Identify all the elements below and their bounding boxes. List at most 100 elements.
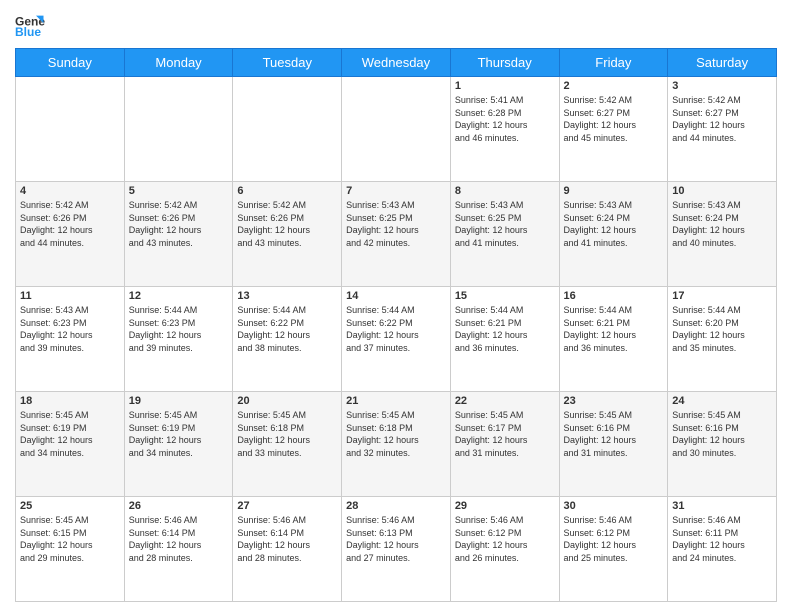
cell-info: Sunrise: 5:44 AM Sunset: 6:20 PM Dayligh…: [672, 304, 772, 354]
calendar-cell: 24 Sunrise: 5:45 AM Sunset: 6:16 PM Dayli…: [668, 392, 777, 497]
calendar-cell: 3 Sunrise: 5:42 AM Sunset: 6:27 PM Daylig…: [668, 77, 777, 182]
calendar-cell: 6 Sunrise: 5:42 AM Sunset: 6:26 PM Daylig…: [233, 182, 342, 287]
calendar-cell: 17 Sunrise: 5:44 AM Sunset: 6:20 PM Dayli…: [668, 287, 777, 392]
header: General Blue: [15, 10, 777, 40]
calendar-table: SundayMondayTuesdayWednesdayThursdayFrid…: [15, 48, 777, 602]
day-number: 30: [564, 500, 664, 512]
calendar-cell: 5 Sunrise: 5:42 AM Sunset: 6:26 PM Daylig…: [124, 182, 233, 287]
svg-text:Blue: Blue: [15, 25, 41, 39]
col-header-thursday: Thursday: [450, 49, 559, 77]
calendar-week-4: 25 Sunrise: 5:45 AM Sunset: 6:15 PM Dayli…: [16, 497, 777, 602]
cell-info: Sunrise: 5:44 AM Sunset: 6:21 PM Dayligh…: [564, 304, 664, 354]
cell-info: Sunrise: 5:43 AM Sunset: 6:24 PM Dayligh…: [672, 199, 772, 249]
calendar-cell: 21 Sunrise: 5:45 AM Sunset: 6:18 PM Dayli…: [342, 392, 451, 497]
day-number: 10: [672, 185, 772, 197]
cell-info: Sunrise: 5:46 AM Sunset: 6:11 PM Dayligh…: [672, 514, 772, 564]
day-number: 8: [455, 185, 555, 197]
day-number: 27: [237, 500, 337, 512]
cell-info: Sunrise: 5:45 AM Sunset: 6:17 PM Dayligh…: [455, 409, 555, 459]
day-number: 28: [346, 500, 446, 512]
cell-info: Sunrise: 5:45 AM Sunset: 6:15 PM Dayligh…: [20, 514, 120, 564]
cell-info: Sunrise: 5:42 AM Sunset: 6:27 PM Dayligh…: [564, 94, 664, 144]
calendar-cell: 1 Sunrise: 5:41 AM Sunset: 6:28 PM Daylig…: [450, 77, 559, 182]
day-number: 12: [129, 290, 229, 302]
col-header-monday: Monday: [124, 49, 233, 77]
cell-info: Sunrise: 5:42 AM Sunset: 6:26 PM Dayligh…: [129, 199, 229, 249]
cell-info: Sunrise: 5:46 AM Sunset: 6:13 PM Dayligh…: [346, 514, 446, 564]
logo: General Blue: [15, 10, 45, 40]
day-number: 21: [346, 395, 446, 407]
cell-info: Sunrise: 5:44 AM Sunset: 6:23 PM Dayligh…: [129, 304, 229, 354]
day-number: 22: [455, 395, 555, 407]
day-number: 4: [20, 185, 120, 197]
col-header-friday: Friday: [559, 49, 668, 77]
calendar-week-3: 18Sunrise: 5:45 AM Sunset: 6:19 PM Dayli…: [16, 392, 777, 497]
calendar-week-1: 4 Sunrise: 5:42 AM Sunset: 6:26 PM Daylig…: [16, 182, 777, 287]
day-number: 24: [672, 395, 772, 407]
day-number: 15: [455, 290, 555, 302]
day-number: 16: [564, 290, 664, 302]
cell-info: Sunrise: 5:42 AM Sunset: 6:26 PM Dayligh…: [237, 199, 337, 249]
day-number: 17: [672, 290, 772, 302]
cell-info: Sunrise: 5:44 AM Sunset: 6:22 PM Dayligh…: [346, 304, 446, 354]
calendar-cell: 18Sunrise: 5:45 AM Sunset: 6:19 PM Dayli…: [16, 392, 125, 497]
logo-icon: General Blue: [15, 10, 45, 40]
day-number: 9: [564, 185, 664, 197]
day-number: 19: [129, 395, 229, 407]
col-header-saturday: Saturday: [668, 49, 777, 77]
calendar-cell: 29 Sunrise: 5:46 AM Sunset: 6:12 PM Dayli…: [450, 497, 559, 602]
calendar-cell: [124, 77, 233, 182]
day-number: 18: [20, 395, 120, 407]
col-header-tuesday: Tuesday: [233, 49, 342, 77]
calendar-week-0: 1 Sunrise: 5:41 AM Sunset: 6:28 PM Daylig…: [16, 77, 777, 182]
cell-info: Sunrise: 5:45 AM Sunset: 6:16 PM Dayligh…: [564, 409, 664, 459]
calendar-cell: 23 Sunrise: 5:45 AM Sunset: 6:16 PM Dayli…: [559, 392, 668, 497]
cell-info: Sunrise: 5:42 AM Sunset: 6:27 PM Dayligh…: [672, 94, 772, 144]
cell-info: Sunrise: 5:43 AM Sunset: 6:25 PM Dayligh…: [346, 199, 446, 249]
day-number: 26: [129, 500, 229, 512]
calendar-cell: 30 Sunrise: 5:46 AM Sunset: 6:12 PM Dayli…: [559, 497, 668, 602]
calendar-cell: 19Sunrise: 5:45 AM Sunset: 6:19 PM Dayli…: [124, 392, 233, 497]
cell-info: Sunrise: 5:46 AM Sunset: 6:12 PM Dayligh…: [564, 514, 664, 564]
calendar-cell: 31 Sunrise: 5:46 AM Sunset: 6:11 PM Dayli…: [668, 497, 777, 602]
day-number: 6: [237, 185, 337, 197]
calendar-cell: 4Sunrise: 5:42 AM Sunset: 6:26 PM Daylig…: [16, 182, 125, 287]
cell-info: Sunrise: 5:44 AM Sunset: 6:22 PM Dayligh…: [237, 304, 337, 354]
cell-info: Sunrise: 5:45 AM Sunset: 6:18 PM Dayligh…: [237, 409, 337, 459]
day-number: 11: [20, 290, 120, 302]
calendar-cell: 9Sunrise: 5:43 AM Sunset: 6:24 PM Daylig…: [559, 182, 668, 287]
calendar-cell: [342, 77, 451, 182]
day-number: 5: [129, 185, 229, 197]
cell-info: Sunrise: 5:46 AM Sunset: 6:14 PM Dayligh…: [237, 514, 337, 564]
cell-info: Sunrise: 5:43 AM Sunset: 6:25 PM Dayligh…: [455, 199, 555, 249]
calendar-header-row: SundayMondayTuesdayWednesdayThursdayFrid…: [16, 49, 777, 77]
day-number: 29: [455, 500, 555, 512]
day-number: 1: [455, 80, 555, 92]
day-number: 3: [672, 80, 772, 92]
calendar-cell: [233, 77, 342, 182]
cell-info: Sunrise: 5:41 AM Sunset: 6:28 PM Dayligh…: [455, 94, 555, 144]
calendar-week-2: 11 Sunrise: 5:43 AM Sunset: 6:23 PM Dayli…: [16, 287, 777, 392]
calendar-cell: 8 Sunrise: 5:43 AM Sunset: 6:25 PM Daylig…: [450, 182, 559, 287]
page: General Blue SundayMondayTuesdayWednesda…: [0, 0, 792, 612]
calendar-cell: 14 Sunrise: 5:44 AM Sunset: 6:22 PM Dayli…: [342, 287, 451, 392]
day-number: 23: [564, 395, 664, 407]
cell-info: Sunrise: 5:45 AM Sunset: 6:16 PM Dayligh…: [672, 409, 772, 459]
cell-info: Sunrise: 5:43 AM Sunset: 6:23 PM Dayligh…: [20, 304, 120, 354]
day-number: 13: [237, 290, 337, 302]
calendar-cell: 11 Sunrise: 5:43 AM Sunset: 6:23 PM Dayli…: [16, 287, 125, 392]
calendar-cell: 25 Sunrise: 5:45 AM Sunset: 6:15 PM Dayli…: [16, 497, 125, 602]
cell-info: Sunrise: 5:46 AM Sunset: 6:14 PM Dayligh…: [129, 514, 229, 564]
calendar-cell: 26 Sunrise: 5:46 AM Sunset: 6:14 PM Dayli…: [124, 497, 233, 602]
day-number: 2: [564, 80, 664, 92]
cell-info: Sunrise: 5:45 AM Sunset: 6:18 PM Dayligh…: [346, 409, 446, 459]
calendar-cell: 27 Sunrise: 5:46 AM Sunset: 6:14 PM Dayli…: [233, 497, 342, 602]
day-number: 14: [346, 290, 446, 302]
day-number: 31: [672, 500, 772, 512]
day-number: 25: [20, 500, 120, 512]
calendar-cell: 13 Sunrise: 5:44 AM Sunset: 6:22 PM Dayli…: [233, 287, 342, 392]
calendar-cell: 22 Sunrise: 5:45 AM Sunset: 6:17 PM Dayli…: [450, 392, 559, 497]
cell-info: Sunrise: 5:46 AM Sunset: 6:12 PM Dayligh…: [455, 514, 555, 564]
calendar-cell: 16 Sunrise: 5:44 AM Sunset: 6:21 PM Dayli…: [559, 287, 668, 392]
calendar-cell: [16, 77, 125, 182]
